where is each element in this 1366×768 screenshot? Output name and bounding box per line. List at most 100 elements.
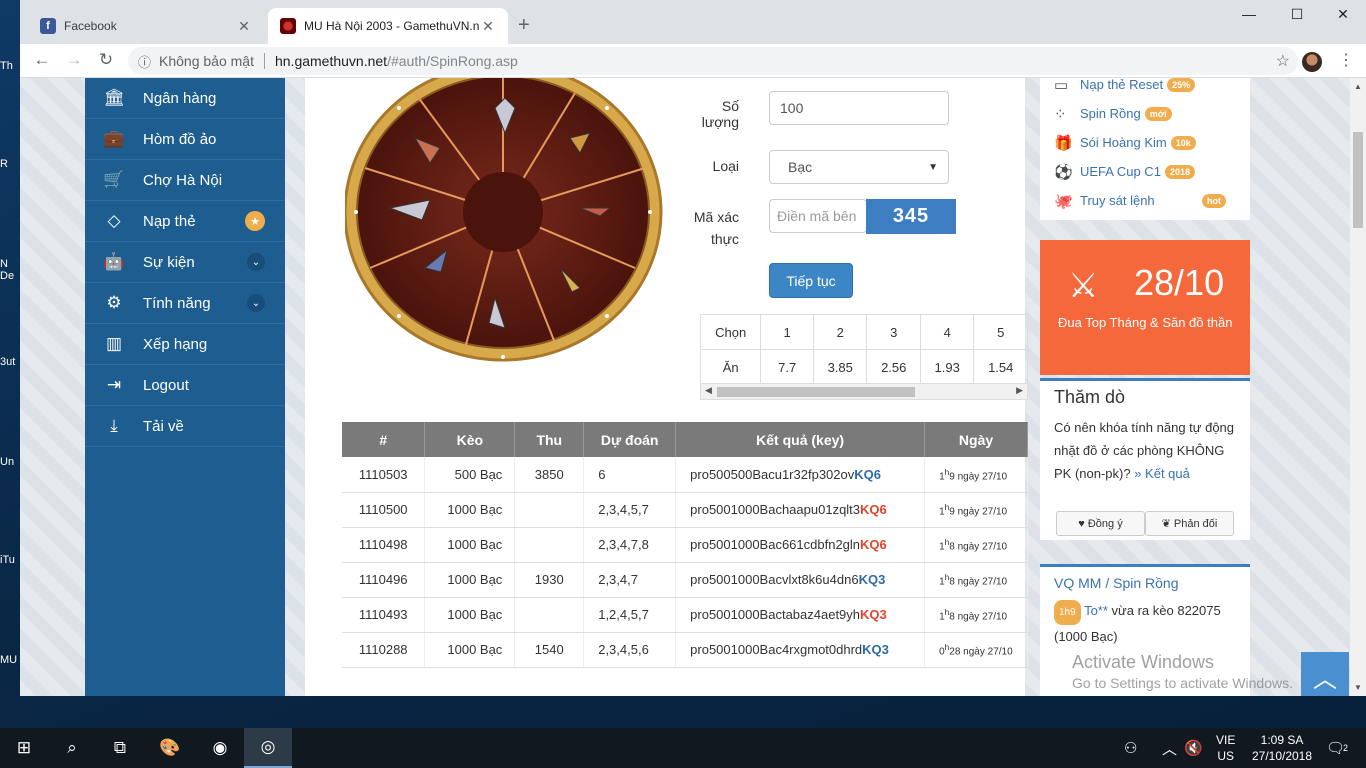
close-icon[interactable]: ✕ bbox=[480, 18, 496, 35]
scroll-right-icon[interactable]: ▶ bbox=[1016, 385, 1023, 396]
briefcase-icon: 💼 bbox=[103, 129, 125, 148]
activity-text: vừa ra kèo 822075 bbox=[1107, 603, 1221, 618]
type-select[interactable]: Bạc ▼ bbox=[769, 150, 949, 184]
desktop-icon-1[interactable]: Th bbox=[0, 60, 20, 72]
scroll-down-icon[interactable]: ▼ bbox=[1354, 683, 1362, 692]
info-icon[interactable]: ⓘ bbox=[138, 52, 151, 71]
sidebar-item-bank[interactable]: 🏛 Ngân hàng bbox=[85, 78, 285, 119]
search-icon[interactable]: ⌕ bbox=[48, 728, 96, 768]
sidebar-item-topup[interactable]: ◇ Nạp thẻ ★ bbox=[85, 201, 285, 242]
scrollbar-thumb[interactable] bbox=[1353, 132, 1363, 228]
new-tab-icon[interactable]: + bbox=[518, 14, 530, 37]
scrollbar-thumb[interactable] bbox=[717, 387, 915, 397]
scroll-to-top-button[interactable]: ︿ bbox=[1301, 652, 1349, 696]
cell-key: pro5001000Bac4rxgmot0dhrdKQ3 bbox=[675, 632, 926, 668]
link-soi-hoang-kim[interactable]: 🎁 Sói Hoàng Kim 10k bbox=[1040, 128, 1250, 157]
result-code: KQ6 bbox=[860, 537, 887, 552]
cell-guess: 6 bbox=[583, 457, 677, 493]
agree-label: Đồng ý bbox=[1087, 517, 1123, 530]
tab-mu-hanoi[interactable]: MU Hà Nội 2003 - GamethuVN.n ✕ bbox=[268, 8, 508, 44]
col-header-date: Ngày bbox=[924, 422, 1028, 457]
tab-title: MU Hà Nội 2003 - GamethuVN.n bbox=[304, 19, 480, 33]
cell-date: 0h28 ngày 27/10 bbox=[924, 632, 1028, 668]
spin-wheel[interactable] bbox=[345, 78, 667, 370]
chevron-down-icon[interactable]: ⌄ bbox=[247, 253, 265, 271]
sidebar-item-features[interactable]: ⚙ Tính năng ⌄ bbox=[85, 283, 285, 324]
link-truy-sat-lenh[interactable]: 🐙 Truy sát lệnh hot bbox=[1040, 186, 1250, 215]
forward-icon[interactable]: → bbox=[60, 50, 88, 70]
desktop-icon-7[interactable]: MU bbox=[0, 654, 20, 666]
desktop-icon-3[interactable]: N De bbox=[0, 258, 20, 282]
mu-game-icon[interactable]: ◉ bbox=[196, 728, 244, 768]
sidebar-item-label: Logout bbox=[143, 376, 189, 394]
agree-button[interactable]: ♥ Đồng ý bbox=[1056, 511, 1145, 536]
vq-link[interactable]: VQ MM bbox=[1054, 575, 1101, 591]
task-view-icon[interactable]: ⧉ bbox=[96, 728, 144, 768]
desktop-icon-6[interactable]: iTu bbox=[0, 554, 20, 566]
person-icon[interactable]: ⚇ bbox=[1124, 728, 1137, 768]
quantity-input[interactable]: 100 bbox=[769, 91, 949, 125]
cell-collect bbox=[514, 597, 585, 633]
maximize-icon[interactable]: ☐ bbox=[1274, 6, 1320, 23]
quantity-label: Số lượng bbox=[701, 98, 739, 130]
sidebar-item-virtual-chest[interactable]: 💼 Hòm đồ ảo bbox=[85, 119, 285, 160]
activity-user[interactable]: To** bbox=[1084, 603, 1108, 618]
security-label[interactable]: Không bảo mật bbox=[159, 53, 254, 69]
close-icon[interactable]: ✕ bbox=[236, 18, 252, 35]
key-text: pro5001000Bac661cdbfn2gln bbox=[690, 537, 861, 552]
link-spin-rong[interactable]: ⁘ Spin Rồng mới bbox=[1040, 99, 1250, 128]
menu-dots-icon[interactable]: ⋮ bbox=[1338, 50, 1354, 70]
chevron-down-icon[interactable]: ⌄ bbox=[247, 294, 265, 312]
diamond-icon: ◇ bbox=[107, 211, 121, 230]
poll-result-link[interactable]: » Kết quả bbox=[1134, 466, 1190, 481]
desktop-icon-2[interactable]: R bbox=[0, 158, 20, 170]
chevron-up-icon[interactable]: ︿ bbox=[1162, 728, 1177, 768]
tab-facebook[interactable]: f Facebook ✕ bbox=[28, 8, 264, 44]
link-topup-reset[interactable]: ▭ Nạp thẻ Reset 25% bbox=[1040, 78, 1250, 99]
cell-guess: 2,3,4,5,7 bbox=[583, 492, 677, 528]
captcha-label-line-2: thực bbox=[710, 231, 739, 247]
notification-icon[interactable]: 🗨 2 bbox=[1326, 728, 1348, 768]
page-viewport: 🏛 Ngân hàng 💼 Hòm đồ ảo 🛒 Chợ Hà Nội ◇ N… bbox=[20, 78, 1366, 696]
sidebar-item-events[interactable]: 🤖 Sự kiện ⌄ bbox=[85, 242, 285, 283]
profile-avatar[interactable] bbox=[1302, 52, 1322, 72]
right-column: ▭ Nạp thẻ Reset 25% ⁘ Spin Rồng mới 🎁 Só… bbox=[1040, 78, 1250, 696]
promo-date: 28/10 bbox=[1134, 262, 1225, 303]
sidebar-item-market[interactable]: 🛒 Chợ Hà Nội bbox=[85, 160, 285, 201]
paint-app-icon[interactable]: 🎨 bbox=[146, 728, 194, 768]
link-uefa-cup[interactable]: ⚽ UEFA Cup C1 2018 bbox=[1040, 157, 1250, 186]
desktop-icon-4[interactable]: 3ut bbox=[0, 356, 20, 368]
reload-icon[interactable]: ↻ bbox=[92, 50, 120, 70]
link-label: UEFA Cup C1 bbox=[1080, 164, 1161, 179]
key-text: pro500500Bacu1r32fp302ov bbox=[690, 466, 855, 482]
chrome-icon[interactable]: ◎ bbox=[244, 728, 292, 768]
continue-button[interactable]: Tiếp tục bbox=[769, 263, 853, 298]
cell-date: 1h8 ngày 27/10 bbox=[924, 597, 1028, 633]
activity-title: VQ MM / Spin Rồng bbox=[1054, 575, 1236, 591]
disagree-button[interactable]: ❦ Phản đối bbox=[1145, 511, 1234, 536]
clock[interactable]: 1:09 SA 27/10/2018 bbox=[1246, 728, 1318, 768]
spin-rong-link[interactable]: Spin Rồng bbox=[1113, 575, 1178, 591]
promo-banner[interactable]: ⚔ 28/10 Đua Top Tháng & Săn đồ thần bbox=[1040, 240, 1250, 375]
vertical-scrollbar[interactable]: ▲ ▼ bbox=[1350, 78, 1366, 696]
sidebar-item-logout[interactable]: ⇥ Logout bbox=[85, 365, 285, 406]
scroll-up-icon[interactable]: ▲ bbox=[1354, 82, 1362, 91]
windows-start-icon[interactable]: ⊞ bbox=[0, 728, 48, 768]
scroll-left-icon[interactable]: ◀ bbox=[705, 385, 712, 396]
captcha-input[interactable]: Điền mã bên bbox=[769, 199, 867, 233]
window-close-icon[interactable]: ✕ bbox=[1320, 6, 1366, 23]
address-bar[interactable]: ⓘ Không bảo mật hn.gamethuvn.net/#auth/S… bbox=[128, 47, 1298, 75]
sidebar-item-download[interactable]: ⤓ Tải về bbox=[85, 406, 285, 447]
desktop-icon-5[interactable]: Un bbox=[0, 456, 20, 468]
back-icon[interactable]: ← bbox=[28, 50, 56, 70]
odds-payout: 1.93 bbox=[919, 349, 975, 385]
minimize-icon[interactable]: — bbox=[1226, 6, 1272, 22]
bookmark-star-icon[interactable]: ☆ bbox=[1276, 51, 1290, 71]
sidebar-item-ranking[interactable]: ▥ Xếp hạng bbox=[85, 324, 285, 365]
cell-bet: 1000 Bạc bbox=[424, 527, 516, 563]
cell-guess: 2,3,4,5,6 bbox=[583, 632, 677, 668]
horizontal-scrollbar[interactable]: ◀ ▶ bbox=[700, 383, 1028, 400]
speaker-muted-icon[interactable]: 🔇 bbox=[1184, 728, 1203, 768]
language-indicator[interactable]: VIE US bbox=[1216, 728, 1235, 768]
disagree-label: Phản đối bbox=[1173, 517, 1218, 530]
